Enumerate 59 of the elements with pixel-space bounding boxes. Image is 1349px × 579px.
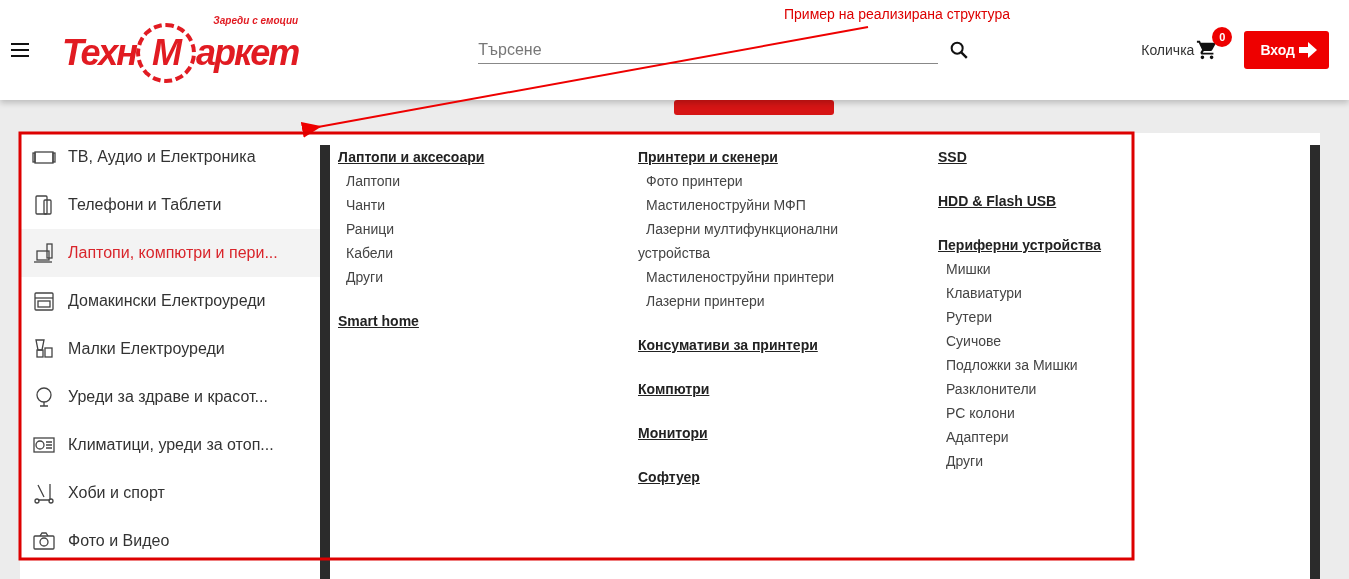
subcategory-item[interactable]: Суичове bbox=[938, 329, 1158, 353]
subcategory-item[interactable]: Раници bbox=[338, 217, 558, 241]
menu-icon[interactable] bbox=[10, 42, 30, 58]
stove-icon bbox=[32, 289, 56, 313]
scooter-icon bbox=[32, 481, 56, 505]
category-item[interactable]: Малки Електроуреди bbox=[20, 325, 320, 373]
subcategory-item[interactable]: Други bbox=[938, 449, 1158, 473]
category-item[interactable]: Уреди за здраве и красот... bbox=[20, 373, 320, 421]
category-label: Хоби и спорт bbox=[68, 484, 165, 502]
subcategory-item[interactable]: Лазерни мултифункционални устройства bbox=[638, 217, 858, 265]
category-label: Фото и Видео bbox=[68, 532, 170, 550]
annotation-text: Пример на реализирана структура bbox=[784, 6, 1011, 22]
subcategory-item[interactable]: Мастиленоструйни принтери bbox=[638, 265, 858, 289]
subcategory-link[interactable]: Монитори bbox=[638, 421, 708, 445]
subcategory-item[interactable]: Лаптопи bbox=[338, 169, 558, 193]
category-item[interactable]: Фото и Видео bbox=[20, 517, 320, 565]
category-item[interactable]: Лаптопи, компютри и пери... bbox=[20, 229, 320, 277]
cart-label[interactable]: Количка bbox=[1141, 42, 1195, 58]
subcategory-item[interactable]: PC колони bbox=[938, 401, 1158, 425]
category-label: Домакински Електроуреди bbox=[68, 292, 266, 310]
subcategory-link[interactable]: Компютри bbox=[638, 377, 710, 401]
category-label: ТВ, Аудио и Електроника bbox=[68, 148, 256, 166]
login-button[interactable]: Вход bbox=[1244, 31, 1329, 69]
subcategory-link[interactable]: Принтери и скенери bbox=[638, 145, 778, 169]
subcategory-item[interactable]: Клавиатури bbox=[938, 281, 1158, 305]
arrow-icon bbox=[1299, 42, 1317, 58]
subcategory-item[interactable]: Фото принтери bbox=[638, 169, 858, 193]
category-label: Телефони и Таблети bbox=[68, 196, 222, 214]
logo[interactable]: Зареди с емоции Техн М аркет bbox=[62, 17, 299, 83]
subcategory-item[interactable]: Мишки bbox=[938, 257, 1158, 281]
cart-count-badge: 0 bbox=[1212, 27, 1233, 47]
subcategory-link[interactable]: SSD bbox=[938, 145, 967, 169]
laptop-icon bbox=[32, 241, 56, 265]
subcategory-item[interactable]: Адаптери bbox=[938, 425, 1158, 449]
category-label: Малки Електроуреди bbox=[68, 340, 225, 358]
subcategory-item[interactable]: Мастиленоструйни МФП bbox=[638, 193, 858, 217]
subcategory-link[interactable]: Smart home bbox=[338, 309, 419, 333]
subcategory-item[interactable]: Чанти bbox=[338, 193, 558, 217]
subcategory-item[interactable]: Рутери bbox=[938, 305, 1158, 329]
subcategory-item[interactable]: Подложки за Мишки bbox=[938, 353, 1158, 377]
category-item[interactable]: Хоби и спорт bbox=[20, 469, 320, 517]
camera-icon bbox=[32, 529, 56, 553]
category-item[interactable]: ТВ, Аудио и Електроника bbox=[20, 133, 320, 181]
subcategory-item[interactable]: Кабели bbox=[338, 241, 558, 265]
category-label: Лаптопи, компютри и пери... bbox=[68, 244, 278, 262]
category-item[interactable]: Климатици, уреди за отоп... bbox=[20, 421, 320, 469]
subcategory-link[interactable]: Софтуер bbox=[638, 465, 700, 489]
category-item[interactable]: Телефони и Таблети bbox=[20, 181, 320, 229]
category-label: Климатици, уреди за отоп... bbox=[68, 436, 274, 454]
category-item[interactable]: Домакински Електроуреди bbox=[20, 277, 320, 325]
subcategory-item[interactable]: Други bbox=[338, 265, 558, 289]
blender-icon bbox=[32, 337, 56, 361]
subcategory-link[interactable]: HDD & Flash USB bbox=[938, 189, 1057, 213]
subcategory-link[interactable]: Лаптопи и аксесоари bbox=[338, 145, 485, 169]
subcategory-link[interactable]: Периферни устройства bbox=[938, 233, 1101, 257]
category-label: Уреди за здраве и красот... bbox=[68, 388, 268, 406]
subcategory-item[interactable]: Лазерни принтери bbox=[638, 289, 858, 313]
subcategory-item[interactable]: Разклонители bbox=[938, 377, 1158, 401]
subcategory-link[interactable]: Консумативи за принтери bbox=[638, 333, 818, 357]
